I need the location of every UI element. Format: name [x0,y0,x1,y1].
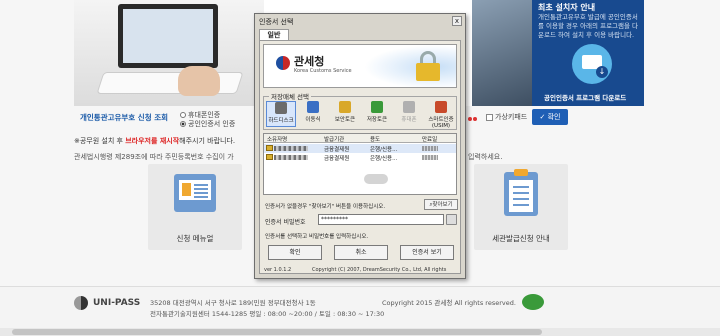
kcs-banner: 관세청 Korea Customs Service [263,44,457,88]
col-usage[interactable]: 용도 [370,135,380,143]
law-notice-tail: 입력하세요. [468,153,503,161]
certificate-icon [266,145,273,151]
manual-icon [174,174,216,212]
cert-select-dialog: 인증서 선택 x 일반 관세청 Korea Customs Service 저장… [254,13,466,279]
redaction-blob [364,174,388,184]
ok-button[interactable]: 확인 [268,245,322,260]
footer-copyright: Copyright 2015 관세청 All rights reserved. [382,299,516,307]
dialog-body: 관세청 Korea Customs Service 저장매체 선택 하드디스크 … [259,40,461,274]
dialog-title: 인증서 선택 [259,18,294,26]
owner-redacted [274,155,308,160]
owner-redacted [274,146,308,151]
certificate-row[interactable]: 금융결제원 은행/신용... [264,144,456,153]
hand-illustration [178,66,220,96]
col-owner[interactable]: 소유자명 [267,135,287,143]
storage-removable[interactable]: 이동식 [298,101,328,127]
footer-brand: UNI-PASS [93,298,141,308]
security-token-icon [339,101,351,113]
manual-card[interactable]: 신청 메뉴얼 [148,164,242,250]
dialog-copyright: Copyright (C) 2007, DreamSecurity Co., L… [312,267,447,273]
customs-card-label: 세관발급신청 안내 [492,234,550,243]
kcs-english-name: Korea Customs Service [294,68,352,74]
close-icon[interactable]: x [452,16,462,26]
law-notice: 관세법시행령 제289조에 따라 주민등록번호 수집이 가 [74,153,234,161]
keyboard-illustration [96,72,244,94]
password-hint: 인증서를 선택하고 비밀번호를 입력하십시오. [265,234,369,240]
storage-smart-cert[interactable]: 스마트인증 (USIM) [426,101,456,129]
hero-illustration [74,0,264,106]
clipboard-icon [504,169,538,216]
kcs-logo-icon [276,56,290,70]
harddisk-icon [275,102,287,114]
kcs-name: 관세청 [294,55,325,68]
storage-label: 저장매체 선택 [269,91,311,101]
unipass-logo-icon [74,296,88,310]
first-install-title: 최초 설치자 안내 [538,3,596,12]
radio-icon [180,121,186,127]
phone-icon [403,101,415,113]
footer-contact: 전자통관기술지원센터 1544-1285 평일 : 08:00 ~20:00 /… [150,310,385,318]
save-token-icon [371,101,383,113]
download-program-icon[interactable]: ↓ [572,44,612,84]
confirm-button[interactable]: ✓ 확인 [532,109,568,125]
personal-code-title: 개인통관고유부호 신청 조회 [80,113,169,122]
certificate-icon [266,154,273,160]
radio-icon [180,112,186,118]
footer-address: 35208 대전광역시 서구 청사로 189(민원 정부대전청사 1동 [150,299,316,307]
password-input[interactable]: ********* [318,214,444,225]
restart-notice: ※공무원 설치 후 브라우저를 재시작해주시기 바랍니다. [74,137,236,145]
expiry-redacted [422,146,438,151]
expiry-redacted [422,155,438,160]
certificate-list-header: 소유자명 발급기관 용도 만료일 [264,134,456,143]
smart-cert-icon [435,101,447,113]
padlock-icon [414,49,442,83]
keyboard-icon[interactable] [446,214,457,225]
storage-phone[interactable]: 휴대폰 [394,101,424,127]
first-install-panel: 최초 설치자 안내 개인통관고유부호 발급에 공인인증서를 이용할 경우 아래의… [472,0,644,106]
scrollbar-thumb[interactable] [12,329,542,335]
usb-drive-icon [307,101,319,113]
indicator-dots [468,114,478,121]
certification-badge-icon [522,294,544,310]
certificate-list[interactable]: 소유자명 발급기관 용도 만료일 금융결제원 은행/신용... 금융결제원 은행… [263,133,457,195]
password-label: 인증서 비밀번호 [265,219,306,226]
version-text: ver 1.0.1.2 [264,267,292,273]
storage-security-token[interactable]: 보안토큰 [330,101,360,127]
virtual-keyboard-checkbox[interactable]: 가상키패드 [486,112,527,122]
col-expiry[interactable]: 만료일 [422,135,437,143]
radio-cert-auth[interactable]: 공인인증서 인증 [180,119,235,129]
first-install-description: 개인통관고유부호 발급에 공인인증서를 이용할 경우 아래의 프로그램을 다운로… [538,13,639,39]
download-program-link[interactable]: 공인인증서 프로그램 다운로드 [544,92,626,102]
horizontal-scrollbar[interactable] [0,328,720,336]
customs-card[interactable]: 세관발급신청 안내 [474,164,568,250]
storage-save-token[interactable]: 저장토큰 [362,101,392,127]
building-photo [472,0,532,106]
find-button[interactable]: ⌕찾아보기 [424,199,458,210]
view-certificate-button[interactable]: 인증서 보기 [400,245,454,260]
checkbox-icon [486,113,493,121]
check-icon: ✓ [539,113,548,121]
manual-card-label: 신청 메뉴얼 [176,234,214,243]
certificate-row[interactable]: 금융결제원 은행/신용... [264,153,456,162]
monitor-illustration [118,4,218,68]
storage-harddisk[interactable]: 하드디스크 [266,101,296,127]
cancel-button[interactable]: 취소 [334,245,388,260]
find-hint: 인증서가 없을경우 "찾아보기" 버튼을 이용하십시오. [265,204,386,210]
col-issuer[interactable]: 발급기관 [324,135,344,143]
